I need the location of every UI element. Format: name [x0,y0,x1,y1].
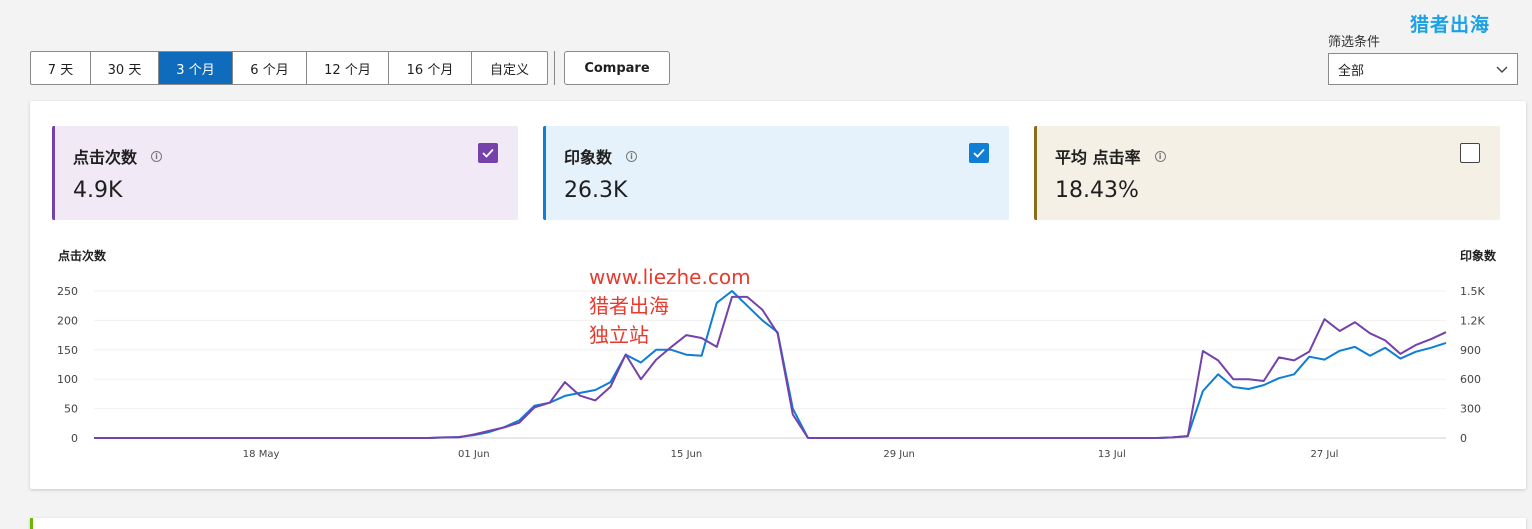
filter-dropdown[interactable]: 全部 [1328,53,1518,85]
y-right-tick-label: 0 [1460,432,1467,445]
range-option-4[interactable]: 12 个月 [307,52,389,84]
x-tick-label: 13 Jul [1098,449,1126,460]
y-right-tick-label: 600 [1460,373,1481,386]
x-tick-label: 01 Jun [458,449,490,460]
series-line-0 [94,295,1447,439]
range-option-6[interactable]: 自定义 [472,52,547,84]
y-right-tick-label: 300 [1460,403,1481,416]
date-range-selector: 7 天 30 天3 个月 6 个月 12 个月 16 个月 自定义 [30,51,548,85]
filter-selected-value: 全部 [1338,63,1365,79]
y-left-tick-label: 50 [64,403,78,416]
range-option-3[interactable]: 6 个月 [233,52,307,84]
x-tick-label: 29 Jun [883,449,915,460]
y-right-tick-label: 1.5K [1460,285,1485,298]
compare-button[interactable]: Compare [564,51,670,85]
brand-logo: 猎者出海 [1410,14,1491,36]
x-tick-label: 27 Jul [1310,449,1338,460]
watermark-text-1: 猎者出海 [589,294,669,318]
range-option-0[interactable]: 7 天 [31,52,91,84]
y-left-tick-label: 0 [71,432,78,445]
performance-panel: 点击次数 i 4.9K 印象数 i 26.3K 平均 点击率 i 18.43% 0 50 100 15… [30,101,1526,489]
right-axis-title: 印象数 [1460,248,1497,263]
range-option-5[interactable]: 16 个月 [389,52,472,84]
y-right-tick-label: 900 [1460,344,1481,357]
watermark-text-0: www.liezhe.com [589,265,751,289]
y-left-tick-label: 100 [57,373,78,386]
y-right-tick-label: 1.2K [1460,314,1485,327]
performance-line-chart: 0 50 100 150 200 250 0 300 600 900 1.2K 1.5K 点击次数 印象数… [57,248,1497,460]
y-left-tick-label: 200 [57,314,78,327]
series-line-1 [94,290,1447,439]
y-left-tick-label: 250 [57,285,78,298]
watermark-text-2: 独立站 [589,323,649,347]
toolbar-divider [554,51,555,85]
range-option-1[interactable]: 30 天 [91,52,159,84]
range-option-2[interactable]: 3 个月 [159,52,233,84]
x-tick-label: 18 May [243,449,280,460]
filter-label: 筛选条件 [1328,35,1381,50]
y-left-tick-label: 150 [57,344,78,357]
next-panel [30,518,1526,529]
chevron-down-icon [1496,66,1508,73]
x-tick-label: 15 Jun [671,449,703,460]
left-axis-title: 点击次数 [58,248,107,263]
